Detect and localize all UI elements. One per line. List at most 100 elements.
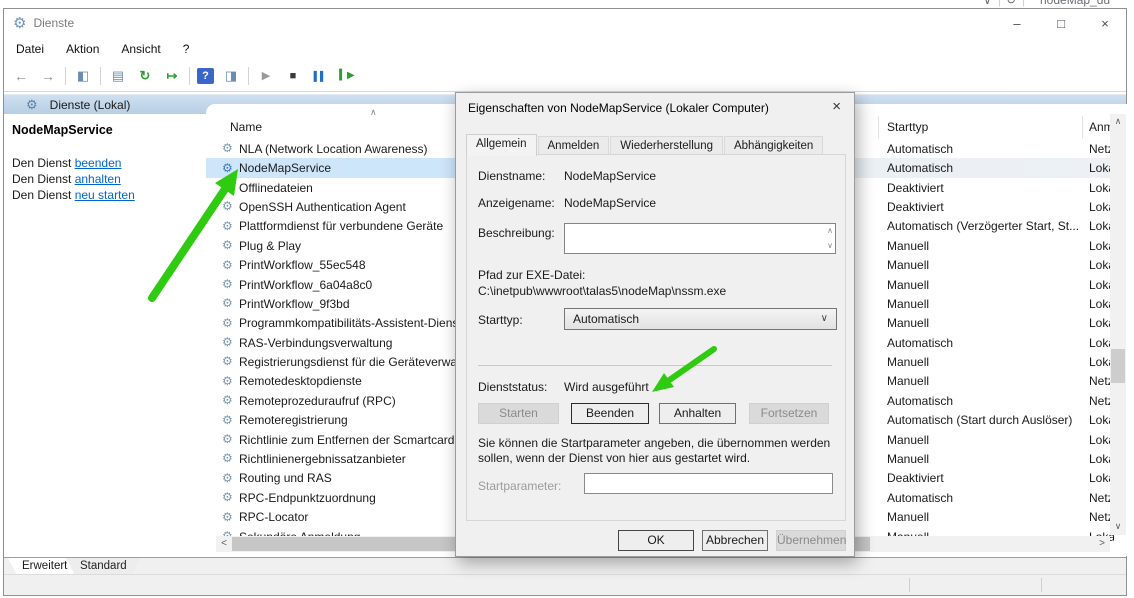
anhalten-button[interactable]: Anhalten [659, 403, 736, 424]
spin-down-icon[interactable]: ∨ [827, 242, 833, 250]
spin-up-icon[interactable]: ∧ [827, 227, 833, 235]
menu-aktion[interactable]: Aktion [66, 42, 99, 56]
startparameter-input[interactable] [584, 473, 833, 494]
restart-service-link[interactable]: neu starten [75, 188, 135, 202]
export-list-icon[interactable]: ↦ [162, 66, 182, 86]
tab-abhaengigkeiten[interactable]: Abhängigkeiten [724, 136, 823, 156]
restart-service-icon[interactable]: ▍▶ [337, 66, 357, 86]
chevron-down-icon[interactable]: ∨ [983, 0, 992, 7]
abbrechen-button[interactable]: Abbrechen [702, 530, 768, 551]
pause-service-icon[interactable]: ▌▌ [310, 66, 330, 86]
starttyp-dropdown[interactable]: Automatisch ∨ [564, 308, 837, 330]
scroll-down-icon[interactable]: ∨ [1110, 519, 1126, 535]
stop-service-icon[interactable]: ■ [283, 66, 303, 86]
action-line: Den Dienst neu starten [12, 187, 135, 203]
pfad-value: C:\inetpub\wwwroot\talas5\nodeMap\nssm.e… [478, 284, 726, 298]
service-starttyp: Automatisch [887, 142, 1085, 156]
service-gear-icon: ⚙ [222, 277, 233, 291]
service-gear-icon: ⚙ [222, 199, 233, 213]
menu-datei[interactable]: Datei [16, 42, 44, 56]
startparameter-note: Sie können die Startparameter angeben, d… [478, 436, 850, 466]
column-divider[interactable] [878, 116, 879, 138]
help-icon[interactable]: ? [197, 68, 214, 84]
status-bar [4, 574, 1126, 595]
action-line: Den Dienst beenden [12, 155, 135, 171]
service-starttyp: Automatisch [887, 491, 1085, 505]
service-starttyp: Manuell [887, 433, 1085, 447]
service-starttyp: Manuell [887, 510, 1085, 524]
chevron-down-icon: ∨ [821, 309, 828, 329]
banner-label: Dienste (Lokal) [50, 98, 131, 112]
pause-service-link[interactable]: anhalten [75, 172, 121, 186]
service-name: OpenSSH Authentication Agent [239, 200, 406, 214]
column-divider[interactable] [1082, 116, 1083, 138]
beenden-button[interactable]: Beenden [571, 403, 649, 424]
status-divider [1041, 578, 1042, 592]
stop-service-link[interactable]: beenden [75, 156, 122, 170]
beschreibung-field[interactable]: ∧ ∨ [564, 223, 836, 254]
service-starttyp: Automatisch (Start durch Auslöser) [887, 413, 1085, 427]
sort-ascending-icon[interactable]: ∧ [370, 107, 377, 118]
menu-ansicht[interactable]: Ansicht [121, 42, 160, 56]
service-starttyp: Manuell [887, 258, 1085, 272]
service-starttyp: Automatisch [887, 394, 1085, 408]
service-starttyp: Manuell [887, 278, 1085, 292]
uebernehmen-button: Übernehmen [776, 530, 846, 551]
service-gear-icon: ⚙ [222, 471, 233, 485]
refresh-icon[interactable]: ↻ [135, 66, 155, 86]
service-starttyp: Deaktiviert [887, 471, 1085, 485]
dienststatus-label: Dienststatus: [478, 380, 547, 394]
service-gear-icon: ⚙ [222, 432, 233, 446]
action-line: Den Dienst anhalten [12, 171, 135, 187]
service-name: NodeMapService [239, 161, 331, 175]
dialog-close-icon[interactable]: × [832, 98, 841, 115]
service-starttyp: Manuell [887, 316, 1085, 330]
close-button[interactable]: × [1098, 16, 1112, 31]
scroll-left-icon[interactable]: < [216, 536, 232, 552]
column-header-starttyp[interactable]: Starttyp [887, 120, 928, 134]
properties-dialog: Eigenschaften von NodeMapService (Lokale… [455, 92, 855, 557]
service-starttyp: Deaktiviert [887, 200, 1085, 214]
menu-hilfe[interactable]: ? [183, 42, 190, 56]
service-starttyp: Manuell [887, 239, 1085, 253]
properties-icon[interactable]: ▤ [108, 66, 128, 86]
maximize-button[interactable]: □ [1054, 16, 1068, 31]
service-name: Richtlinie zum Entfernen der Scmartcard [239, 433, 454, 447]
service-name: Registrierungsdienst für die Geräteverwa… [239, 355, 483, 369]
service-starttyp: Manuell [887, 452, 1085, 466]
back-icon[interactable]: ← [11, 66, 31, 86]
vertical-scrollbar[interactable]: ∧ ∨ [1110, 114, 1126, 535]
starttyp-label: Starttyp: [478, 313, 523, 327]
scrollbar-thumb[interactable] [1111, 349, 1125, 383]
service-gear-icon: ⚙ [222, 354, 233, 368]
service-name: Programmkompatibilitäts-Assistent-Dienst [239, 316, 462, 330]
status-divider [909, 578, 910, 592]
service-name: Remoteregistrierung [239, 413, 348, 427]
service-gear-icon: ⚙ [222, 180, 233, 194]
forward-icon[interactable]: → [38, 66, 58, 86]
show-console-tree-icon[interactable]: ◧ [73, 66, 93, 86]
extended-view-icon[interactable]: ◨ [221, 66, 241, 86]
service-starttyp: Automatisch [887, 336, 1085, 350]
tab-standard[interactable]: Standard [66, 558, 141, 575]
window-title: Dienste [33, 16, 74, 30]
tab-wiederherstellung[interactable]: Wiederherstellung [610, 136, 723, 156]
minimize-button[interactable]: – [1010, 16, 1024, 31]
service-name: Richtlinienergebnissatzanbieter [239, 452, 406, 466]
start-service-icon[interactable]: ▶ [256, 66, 276, 86]
service-gear-icon: ⚙ [222, 374, 233, 388]
scroll-right-icon[interactable]: > [1094, 536, 1110, 552]
service-starttyp: Automatisch [887, 161, 1085, 175]
tab-anmelden[interactable]: Anmelden [538, 136, 610, 156]
dialog-title: Eigenschaften von NodeMapService (Lokale… [468, 101, 769, 115]
background-tab-title[interactable]: nodeMap_du [1040, 0, 1110, 7]
beschreibung-label: Beschreibung: [478, 226, 555, 240]
service-gear-icon: ⚙ [222, 316, 233, 330]
scroll-up-icon[interactable]: ∧ [1110, 114, 1126, 130]
refresh-icon[interactable]: ↻ [1006, 0, 1016, 7]
ok-button[interactable]: OK [618, 530, 694, 551]
service-starttyp: Manuell [887, 297, 1085, 311]
dienstname-label: Dienstname: [478, 169, 545, 183]
tab-allgemein[interactable]: Allgemein [466, 134, 537, 156]
column-header-name[interactable]: Name [230, 120, 262, 134]
